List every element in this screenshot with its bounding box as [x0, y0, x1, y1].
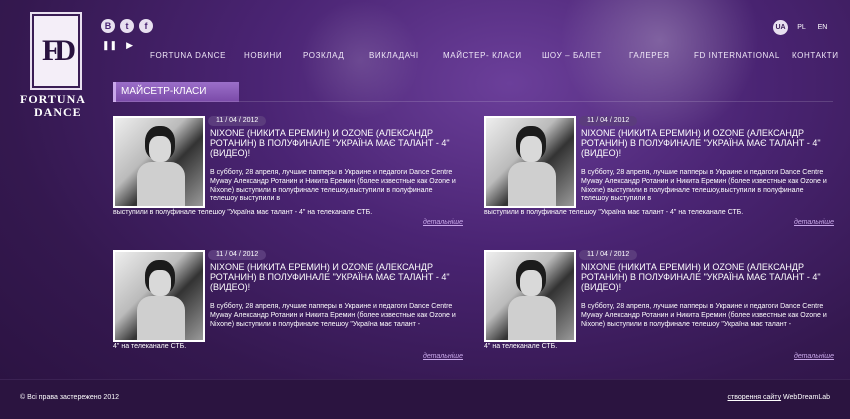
twitter-icon[interactable]: t: [120, 19, 134, 33]
lang-ua[interactable]: UA: [773, 20, 788, 35]
logo-text-line2: DANCE: [34, 105, 82, 119]
more-link[interactable]: детальніше: [423, 219, 463, 226]
news-title[interactable]: NIXONE (НИКИТА ЕРЕМИН) И OZONE (АЛЕКСАНД…: [210, 262, 460, 292]
news-text: В субботу, 28 апреля, лучшие папперы в У…: [210, 169, 456, 203]
news-date: 11 / 04 / 2012: [208, 116, 267, 126]
vk-icon[interactable]: В: [101, 19, 115, 33]
nav-item-fortuna-dance[interactable]: FORTUNA DANCE: [150, 51, 226, 60]
more-link[interactable]: детальніше: [423, 353, 463, 360]
news-text: В субботу, 28 апреля, лучшие папперы в У…: [581, 169, 827, 203]
credit-name: WebDreamLab: [783, 394, 830, 401]
nav-item-gallery[interactable]: ГАЛЕРЕЯ: [629, 51, 670, 60]
news-text-continued: 4" на телеканале СТБ.: [113, 343, 187, 350]
nav-item-contacts[interactable]: КОНТАКТИ: [792, 51, 839, 60]
facebook-icon[interactable]: f: [139, 19, 153, 33]
news-thumbnail[interactable]: [113, 116, 205, 208]
language-switcher: UA PL EN: [773, 20, 830, 35]
main-nav: FORTUNA DANCE НОВИНИ РОЗКЛАД ВИКЛАДАЧІ М…: [150, 51, 838, 65]
news-date: 11 / 04 / 2012: [579, 250, 638, 260]
news-title[interactable]: NIXONE (НИКИТА ЕРЕМИН) И OZONE (АЛЕКСАНД…: [581, 262, 831, 292]
logo-mark: FD: [32, 14, 80, 88]
pause-icon[interactable]: ❚❚: [102, 40, 117, 51]
logo[interactable]: FD FORTUNA DANCE: [14, 4, 98, 124]
social-links: В t f: [101, 19, 153, 33]
divider: [113, 101, 833, 102]
nav-item-schedule[interactable]: РОЗКЛАД: [303, 51, 344, 60]
news-date: 11 / 04 / 2012: [208, 250, 267, 260]
news-title[interactable]: NIXONE (НИКИТА ЕРЕМИН) И OZONE (АЛЕКСАНД…: [581, 128, 831, 158]
section-title: МАЙСЕТР-КЛАСИ: [113, 82, 239, 102]
more-link[interactable]: детальніше: [794, 353, 834, 360]
news-text: В субботу, 28 апреля, лучшие папперы в У…: [581, 303, 827, 328]
news-title[interactable]: NIXONE (НИКИТА ЕРЕМИН) И OZONE (АЛЕКСАНД…: [210, 128, 460, 158]
news-text-continued: 4" на телеканале СТБ.: [484, 343, 558, 350]
more-link[interactable]: детальніше: [794, 219, 834, 226]
news-card: 11 / 04 / 2012 NIXONE (НИКИТА ЕРЕМИН) И …: [484, 116, 834, 236]
news-thumbnail[interactable]: [113, 250, 205, 342]
news-text: В субботу, 28 апреля, лучшие папперы в У…: [210, 303, 456, 328]
nav-item-news[interactable]: НОВИНИ: [244, 51, 282, 60]
nav-item-master-classes[interactable]: МАЙСТЕР- КЛАСИ: [443, 51, 522, 60]
news-thumbnail[interactable]: [484, 116, 576, 208]
footer: [0, 379, 850, 419]
lang-pl[interactable]: PL: [794, 20, 809, 35]
copyright: © Всі права застережено 2012: [20, 394, 120, 401]
nav-item-fd-international[interactable]: FD INTERNATIONAL: [694, 51, 780, 60]
news-thumbnail[interactable]: [484, 250, 576, 342]
nav-item-teachers[interactable]: ВИКЛАДАЧІ: [369, 51, 419, 60]
news-date: 11 / 04 / 2012: [579, 116, 638, 126]
credit-link[interactable]: створення сайту: [728, 394, 782, 401]
play-icon[interactable]: ▶: [126, 40, 133, 51]
nav-item-show-ballet[interactable]: ШОУ – БАЛЕТ: [542, 51, 602, 60]
lang-en[interactable]: EN: [815, 20, 830, 35]
audio-player: ❚❚ ▶: [102, 40, 133, 51]
news-card: 11 / 04 / 2012 NIXONE (НИКИТА ЕРЕМИН) И …: [113, 116, 463, 236]
news-card: 11 / 04 / 2012 NIXONE (НИКИТА ЕРЕМИН) И …: [113, 250, 463, 370]
news-card: 11 / 04 / 2012 NIXONE (НИКИТА ЕРЕМИН) И …: [484, 250, 834, 370]
news-text-continued: выступили в полуфинале телешоу "Україна …: [484, 209, 744, 216]
news-text-continued: выступили в полуфинале телешоу "Україна …: [113, 209, 373, 216]
site-credit: створення сайту WebDreamLab: [728, 394, 831, 401]
